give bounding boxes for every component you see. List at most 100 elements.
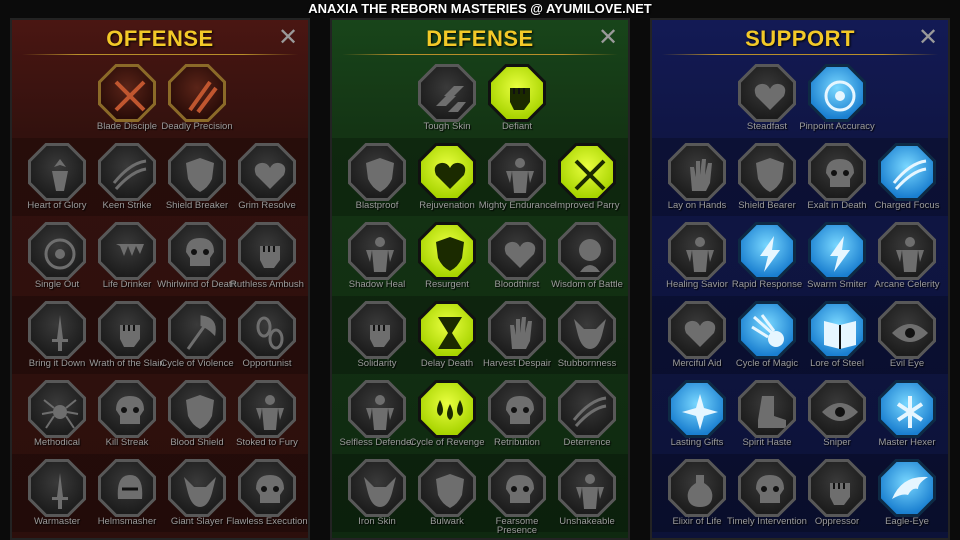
support-mastery-node[interactable]: Lay on Hands (662, 143, 732, 221)
support-mastery-node[interactable]: Master Hexer (872, 380, 942, 458)
defense-mastery-node[interactable]: Shadow Heal (342, 222, 412, 300)
offense-mastery-node[interactable]: Life Drinker (92, 222, 162, 300)
fist-icon (120, 325, 140, 347)
mastery-icon-background (101, 67, 153, 119)
lightning-icon (760, 236, 780, 272)
defense-mastery-node[interactable]: Bloodthirst (482, 222, 552, 300)
support-mastery-node[interactable]: Rapid Response (732, 222, 802, 300)
support-mastery-node[interactable]: Sniper (802, 380, 872, 458)
mastery-icon-background (421, 383, 473, 435)
mastery-icon-frame (28, 222, 86, 280)
offense-mastery-node[interactable]: Blood Shield (162, 380, 232, 458)
defense-mastery-node[interactable]: Deterrence (552, 380, 622, 458)
mastery-icon-background (101, 225, 153, 277)
offense-mastery-node[interactable]: Blade Disciple (92, 64, 162, 142)
mastery-icon-frame (28, 143, 86, 201)
close-icon[interactable]: ✕ (278, 26, 298, 50)
offense-mastery-node[interactable]: Bring it Down (22, 301, 92, 379)
support-mastery-node[interactable]: Merciful Aid (662, 301, 732, 379)
defense-mastery-node[interactable]: Bulwark (412, 459, 482, 537)
offense-mastery-node[interactable]: Shield Breaker (162, 143, 232, 221)
offense-mastery-node[interactable]: Wrath of the Slain (89, 301, 165, 379)
mastery-icon-background (491, 225, 543, 277)
defense-mastery-node[interactable]: Harvest Despair (482, 301, 552, 379)
defense-mastery-node[interactable]: Fearsome Presence (482, 459, 552, 537)
mastery-label: Stoked to Fury (236, 437, 298, 448)
title-divider (22, 54, 298, 55)
support-mastery-node[interactable]: Swarm Smiter (802, 222, 872, 300)
mastery-icon-frame (668, 143, 726, 201)
defense-mastery-node[interactable]: Blastproof (342, 143, 412, 221)
offense-mastery-node[interactable]: Helmsmasher (92, 459, 162, 537)
mastery-icon-frame (28, 301, 86, 359)
mastery-icon-frame (28, 459, 86, 517)
mastery-icon-background (351, 146, 403, 198)
offense-mastery-node[interactable]: Deadly Precision (161, 64, 233, 142)
offense-mastery-node[interactable]: Opportunist (232, 301, 302, 379)
offense-mastery-node[interactable]: Ruthless Ambush (230, 222, 304, 300)
support-mastery-node[interactable]: Pinpoint Accuracy (799, 64, 875, 142)
support-mastery-node[interactable]: Lasting Gifts (662, 380, 732, 458)
defense-mastery-node[interactable]: Rejuvenation (412, 143, 482, 221)
figure-icon (366, 237, 394, 272)
mastery-icon-background (671, 304, 723, 356)
support-mastery-node[interactable]: Steadfast (732, 64, 802, 142)
defense-mastery-node[interactable]: Wisdom of Battle (551, 222, 623, 300)
support-mastery-node[interactable]: Lore of Steel (802, 301, 872, 379)
support-mastery-node[interactable]: Cycle of Magic (732, 301, 802, 379)
support-mastery-node[interactable]: Eagle-Eye (872, 459, 942, 537)
defense-mastery-node[interactable]: Defiant (482, 64, 552, 142)
support-mastery-node[interactable]: Shield Bearer (732, 143, 802, 221)
offense-mastery-node[interactable]: Keen Strike (92, 143, 162, 221)
shield-icon (756, 158, 784, 192)
offense-mastery-node[interactable]: Stoked to Fury (232, 380, 302, 458)
offense-mastery-node[interactable]: Cycle of Violence (160, 301, 234, 379)
offense-mastery-node[interactable]: Warmaster (22, 459, 92, 537)
offense-mastery-node[interactable]: Giant Slayer (162, 459, 232, 537)
mastery-icon-background (811, 67, 863, 119)
defense-mastery-node[interactable]: Improved Parry (552, 143, 622, 221)
slash-icon (892, 159, 927, 190)
crossed-blades-icon (114, 80, 146, 112)
mastery-icon-frame (98, 143, 156, 201)
shield-icon (186, 158, 214, 192)
defense-mastery-node[interactable]: Mighty Endurance (479, 143, 555, 221)
heart-icon (254, 162, 286, 189)
defense-mastery-node[interactable]: Cycle of Revenge (410, 380, 484, 458)
mastery-icon-background (881, 304, 933, 356)
defense-mastery-node[interactable]: Stubbornness (552, 301, 622, 379)
support-mastery-node[interactable]: Arcane Celerity (872, 222, 942, 300)
support-mastery-node[interactable]: Elixir of Life (662, 459, 732, 537)
close-icon[interactable]: ✕ (598, 26, 618, 50)
offense-mastery-node[interactable]: Whirlwind of Death (157, 222, 237, 300)
mastery-icon-frame (558, 380, 616, 438)
support-mastery-node[interactable]: Spirit Haste (732, 380, 802, 458)
support-mastery-node[interactable]: Evil Eye (872, 301, 942, 379)
defense-mastery-node[interactable]: Iron Skin (342, 459, 412, 537)
defense-mastery-node[interactable]: Retribution (482, 380, 552, 458)
defense-mastery-node[interactable]: Selfless Defender (340, 380, 414, 458)
defense-mastery-node[interactable]: Delay Death (412, 301, 482, 379)
support-mastery-node[interactable]: Timely Intervention (727, 459, 807, 537)
offense-mastery-node[interactable]: Single Out (22, 222, 92, 300)
mastery-icon-background (671, 146, 723, 198)
mastery-icon-background (351, 304, 403, 356)
mastery-icon-background (671, 383, 723, 435)
defense-mastery-node[interactable]: Unshakeable (552, 459, 622, 537)
defense-mastery-node[interactable]: Solidarity (342, 301, 412, 379)
close-icon[interactable]: ✕ (918, 26, 938, 50)
support-mastery-node[interactable]: Exalt in Death (802, 143, 872, 221)
mastery-icon-background (811, 383, 863, 435)
offense-mastery-node[interactable]: Flawless Execution (226, 459, 308, 537)
mastery-icon-frame (738, 143, 796, 201)
offense-mastery-node[interactable]: Grim Resolve (232, 143, 302, 221)
defense-mastery-node[interactable]: Tough Skin (412, 64, 482, 142)
defense-mastery-node[interactable]: Resurgent (412, 222, 482, 300)
mastery-icon-frame (418, 301, 476, 359)
support-mastery-node[interactable]: Healing Savior (662, 222, 732, 300)
offense-mastery-node[interactable]: Kill Streak (92, 380, 162, 458)
support-mastery-node[interactable]: Charged Focus (872, 143, 942, 221)
offense-mastery-node[interactable]: Heart of Glory (22, 143, 92, 221)
support-mastery-node[interactable]: Oppressor (802, 459, 872, 537)
offense-mastery-node[interactable]: Methodical (22, 380, 92, 458)
